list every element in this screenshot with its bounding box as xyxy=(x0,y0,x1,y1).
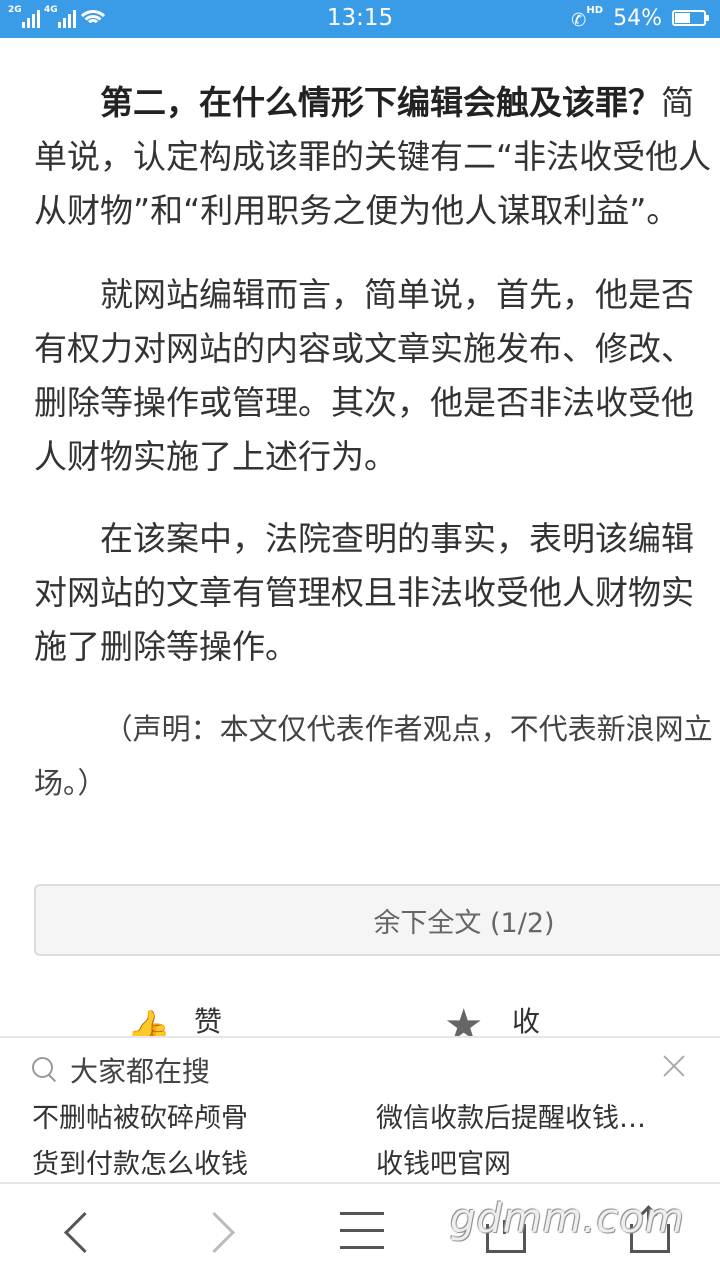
status-right: ✆ HD 54% xyxy=(571,5,709,31)
trending-search-item[interactable]: 不删帖被砍碎颅骨 xyxy=(32,1096,248,1135)
read-more-button[interactable]: 余下全文 (1/2) xyxy=(34,884,720,956)
like-label: 赞 xyxy=(194,1005,223,1038)
trending-search-title: 大家都在搜 xyxy=(70,1055,211,1088)
article-actions: 👍 赞 ★ 收藏 xyxy=(0,1000,720,1078)
article-body: 第二，在什么情形下编辑会触及该罪？简单说，认定构成该罪的关键有二“非法收受他人从… xyxy=(34,76,718,838)
screen: 2G 4G 13:15 ✆ HD 54% 第二，在什么情形下编辑会触及该罪？简单… xyxy=(0,0,720,1280)
trending-search-item[interactable]: 货到付款怎么收钱 xyxy=(32,1142,248,1181)
menu-button[interactable] xyxy=(326,1184,406,1280)
search-icon xyxy=(32,1057,58,1083)
phone-icon: ✆ xyxy=(571,10,587,31)
article-paragraph-2: 就网站编辑而言，简单说，首先，他是否有权力对网站的内容或文章实施发布、修改、删除… xyxy=(34,275,694,476)
article-paragraph-3: 在该案中，法院查明的事实，表明该编辑对网站的文章有管理权且非法收受他人财物实施了… xyxy=(34,519,694,666)
article-subheading: 第二，在什么情形下编辑会触及该罪？ xyxy=(100,83,661,122)
hd-call-icon: ✆ HD xyxy=(571,5,603,31)
battery-percent: 54% xyxy=(613,5,662,31)
trending-search-item[interactable]: 微信收款后提醒收钱… xyxy=(376,1096,646,1135)
trending-search-item[interactable]: 收钱吧官网 xyxy=(376,1142,511,1181)
article-paragraph-1: 第二，在什么情形下编辑会触及该罪？简单说，认定构成该罪的关键有二“非法收受他人从… xyxy=(34,76,718,238)
close-icon[interactable] xyxy=(662,1054,686,1078)
article-disclaimer: （声明：本文仅代表作者观点，不代表新浪网立场。） xyxy=(34,712,713,800)
battery-fill xyxy=(675,13,690,23)
chevron-left-icon xyxy=(63,1211,106,1254)
trending-search-panel: 大家都在搜 不删帖被砍碎颅骨 微信收款后提醒收钱… 货到付款怎么收钱 收钱吧官网 xyxy=(0,1036,720,1184)
chevron-right-icon xyxy=(193,1211,236,1254)
hd-label: HD xyxy=(586,5,604,16)
battery-icon xyxy=(672,10,709,26)
back-button[interactable] xyxy=(40,1184,120,1280)
status-bar: 2G 4G 13:15 ✆ HD 54% xyxy=(0,0,720,38)
forward-button[interactable] xyxy=(180,1184,260,1280)
watermark: gdmm.com xyxy=(450,1196,685,1242)
read-more-label: 余下全文 (1/2) xyxy=(373,907,555,939)
menu-icon xyxy=(340,1212,384,1263)
trending-search-header: 大家都在搜 xyxy=(32,1050,210,1090)
